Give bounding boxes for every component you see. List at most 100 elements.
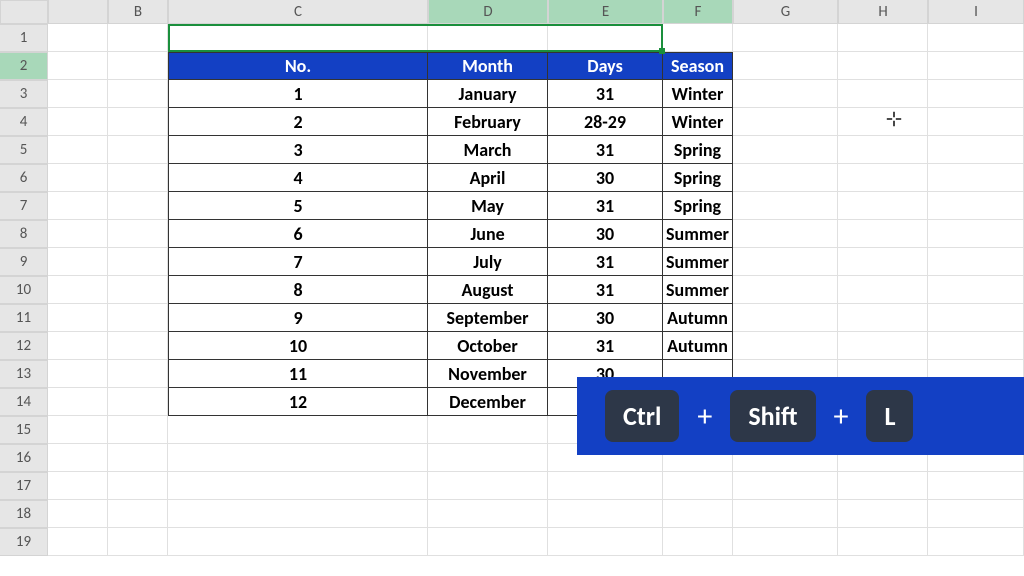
table-cell-days[interactable]: 30	[548, 220, 663, 248]
table-cell-no[interactable]: 2	[168, 108, 428, 136]
table-cell-no[interactable]: 11	[168, 360, 428, 388]
table-cell-no[interactable]: 5	[168, 192, 428, 220]
cell-D18[interactable]	[428, 500, 548, 528]
cell-B3[interactable]	[108, 80, 168, 108]
cell-H9[interactable]	[838, 248, 928, 276]
cell-B11[interactable]	[108, 304, 168, 332]
cell-G10[interactable]	[733, 276, 838, 304]
cell-I18[interactable]	[928, 500, 1024, 528]
table-cell-season[interactable]: Spring	[663, 192, 733, 220]
cell[interactable]	[48, 248, 108, 276]
row-header-4[interactable]: 4	[0, 108, 48, 136]
cell-G19[interactable]	[733, 528, 838, 556]
cell[interactable]	[48, 332, 108, 360]
table-cell-no[interactable]: 9	[168, 304, 428, 332]
cell-F19[interactable]	[663, 528, 733, 556]
cell-G1[interactable]	[733, 24, 838, 52]
fill-handle[interactable]	[659, 48, 665, 54]
cell-B12[interactable]	[108, 332, 168, 360]
cell-E18[interactable]	[548, 500, 663, 528]
cell-H6[interactable]	[838, 164, 928, 192]
cell-I7[interactable]	[928, 192, 1024, 220]
table-cell-month[interactable]: February	[428, 108, 548, 136]
row-header-14[interactable]: 14	[0, 388, 48, 416]
cell-H19[interactable]	[838, 528, 928, 556]
table-cell-no[interactable]: 1	[168, 80, 428, 108]
cell-G7[interactable]	[733, 192, 838, 220]
cell[interactable]	[48, 80, 108, 108]
table-cell-season[interactable]: Summer	[663, 220, 733, 248]
table-cell-month[interactable]: March	[428, 136, 548, 164]
cell-H7[interactable]	[838, 192, 928, 220]
cell-H10[interactable]	[838, 276, 928, 304]
cell-I3[interactable]	[928, 80, 1024, 108]
table-cell-season[interactable]: Winter	[663, 80, 733, 108]
table-cell-days[interactable]: 31	[548, 136, 663, 164]
column-header-F[interactable]: F	[663, 0, 733, 24]
cell[interactable]	[48, 24, 108, 52]
row-header-11[interactable]: 11	[0, 304, 48, 332]
cell-H2[interactable]	[838, 52, 928, 80]
table-header-no[interactable]: No.	[168, 52, 428, 80]
cell-B19[interactable]	[108, 528, 168, 556]
table-cell-no[interactable]: 4	[168, 164, 428, 192]
table-cell-season[interactable]: Summer	[663, 276, 733, 304]
cell-G17[interactable]	[733, 472, 838, 500]
table-cell-no[interactable]: 6	[168, 220, 428, 248]
row-header-16[interactable]: 16	[0, 444, 48, 472]
table-cell-month[interactable]: January	[428, 80, 548, 108]
cell-I17[interactable]	[928, 472, 1024, 500]
cell-I5[interactable]	[928, 136, 1024, 164]
cell-G3[interactable]	[733, 80, 838, 108]
row-header-9[interactable]: 9	[0, 248, 48, 276]
cell-I12[interactable]	[928, 332, 1024, 360]
cell-H8[interactable]	[838, 220, 928, 248]
row-header-5[interactable]: 5	[0, 136, 48, 164]
cell-H3[interactable]	[838, 80, 928, 108]
cell-B7[interactable]	[108, 192, 168, 220]
table-cell-season[interactable]: Spring	[663, 164, 733, 192]
cell[interactable]	[48, 444, 108, 472]
table-header-season[interactable]: Season	[663, 52, 733, 80]
cell-G2[interactable]	[733, 52, 838, 80]
table-cell-season[interactable]: Autumn	[663, 304, 733, 332]
cell-C1[interactable]	[168, 24, 428, 52]
select-all-corner[interactable]	[0, 0, 48, 24]
cell-B9[interactable]	[108, 248, 168, 276]
cell-E19[interactable]	[548, 528, 663, 556]
cell[interactable]	[48, 276, 108, 304]
cell[interactable]	[48, 388, 108, 416]
cell-B16[interactable]	[108, 444, 168, 472]
cell-G5[interactable]	[733, 136, 838, 164]
cell-H5[interactable]	[838, 136, 928, 164]
table-cell-days[interactable]: 31	[548, 192, 663, 220]
column-header-E[interactable]: E	[548, 0, 663, 24]
column-header-I[interactable]: I	[928, 0, 1024, 24]
cell-G8[interactable]	[733, 220, 838, 248]
row-header-19[interactable]: 19	[0, 528, 48, 556]
table-cell-month[interactable]: April	[428, 164, 548, 192]
table-cell-season[interactable]: Summer	[663, 248, 733, 276]
cell-B1[interactable]	[108, 24, 168, 52]
table-cell-month[interactable]: December	[428, 388, 548, 416]
table-cell-days[interactable]: 31	[548, 276, 663, 304]
cell-I2[interactable]	[928, 52, 1024, 80]
table-cell-month[interactable]: November	[428, 360, 548, 388]
cell-I4[interactable]	[928, 108, 1024, 136]
cell-B15[interactable]	[108, 416, 168, 444]
cell-H1[interactable]	[838, 24, 928, 52]
column-header-C[interactable]: C	[168, 0, 428, 24]
cell-B10[interactable]	[108, 276, 168, 304]
table-cell-month[interactable]: May	[428, 192, 548, 220]
cell-C18[interactable]	[168, 500, 428, 528]
row-header-12[interactable]: 12	[0, 332, 48, 360]
cell[interactable]	[48, 304, 108, 332]
table-cell-no[interactable]: 3	[168, 136, 428, 164]
cell-H4[interactable]	[838, 108, 928, 136]
column-header[interactable]	[48, 0, 108, 24]
column-header-B[interactable]: B	[108, 0, 168, 24]
row-header-1[interactable]: 1	[0, 24, 48, 52]
table-cell-days[interactable]: 31	[548, 332, 663, 360]
cell-H12[interactable]	[838, 332, 928, 360]
cell[interactable]	[48, 136, 108, 164]
